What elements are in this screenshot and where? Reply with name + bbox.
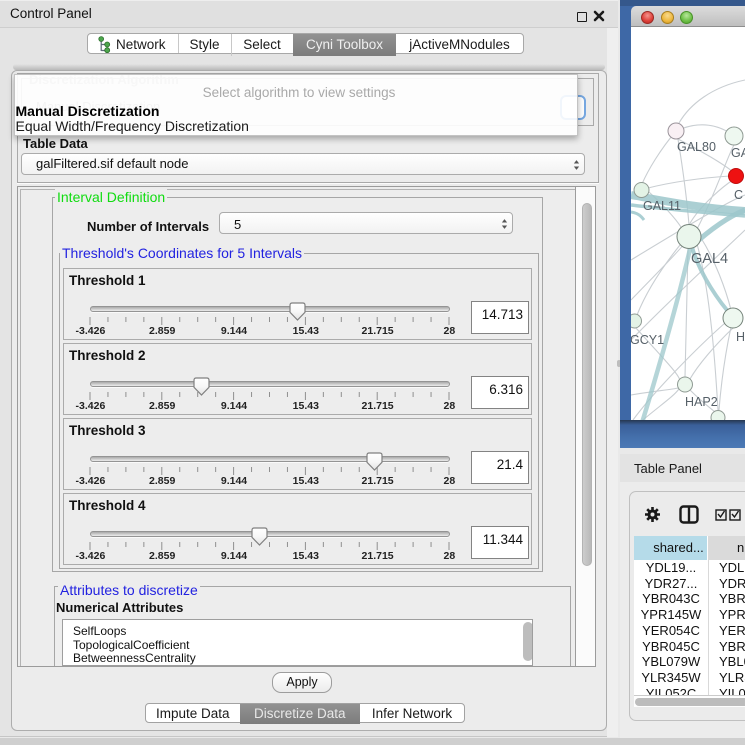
svg-text:GCY1: GCY1: [631, 333, 664, 347]
svg-text:GAL11: GAL11: [643, 199, 681, 213]
svg-text:C: C: [734, 188, 743, 202]
svg-text:GAL80: GAL80: [677, 140, 716, 154]
svg-text:H: H: [736, 330, 745, 344]
svg-text:GA: GA: [731, 146, 745, 160]
svg-text:GAL4: GAL4: [691, 251, 728, 267]
svg-text:HAP2: HAP2: [685, 395, 718, 409]
